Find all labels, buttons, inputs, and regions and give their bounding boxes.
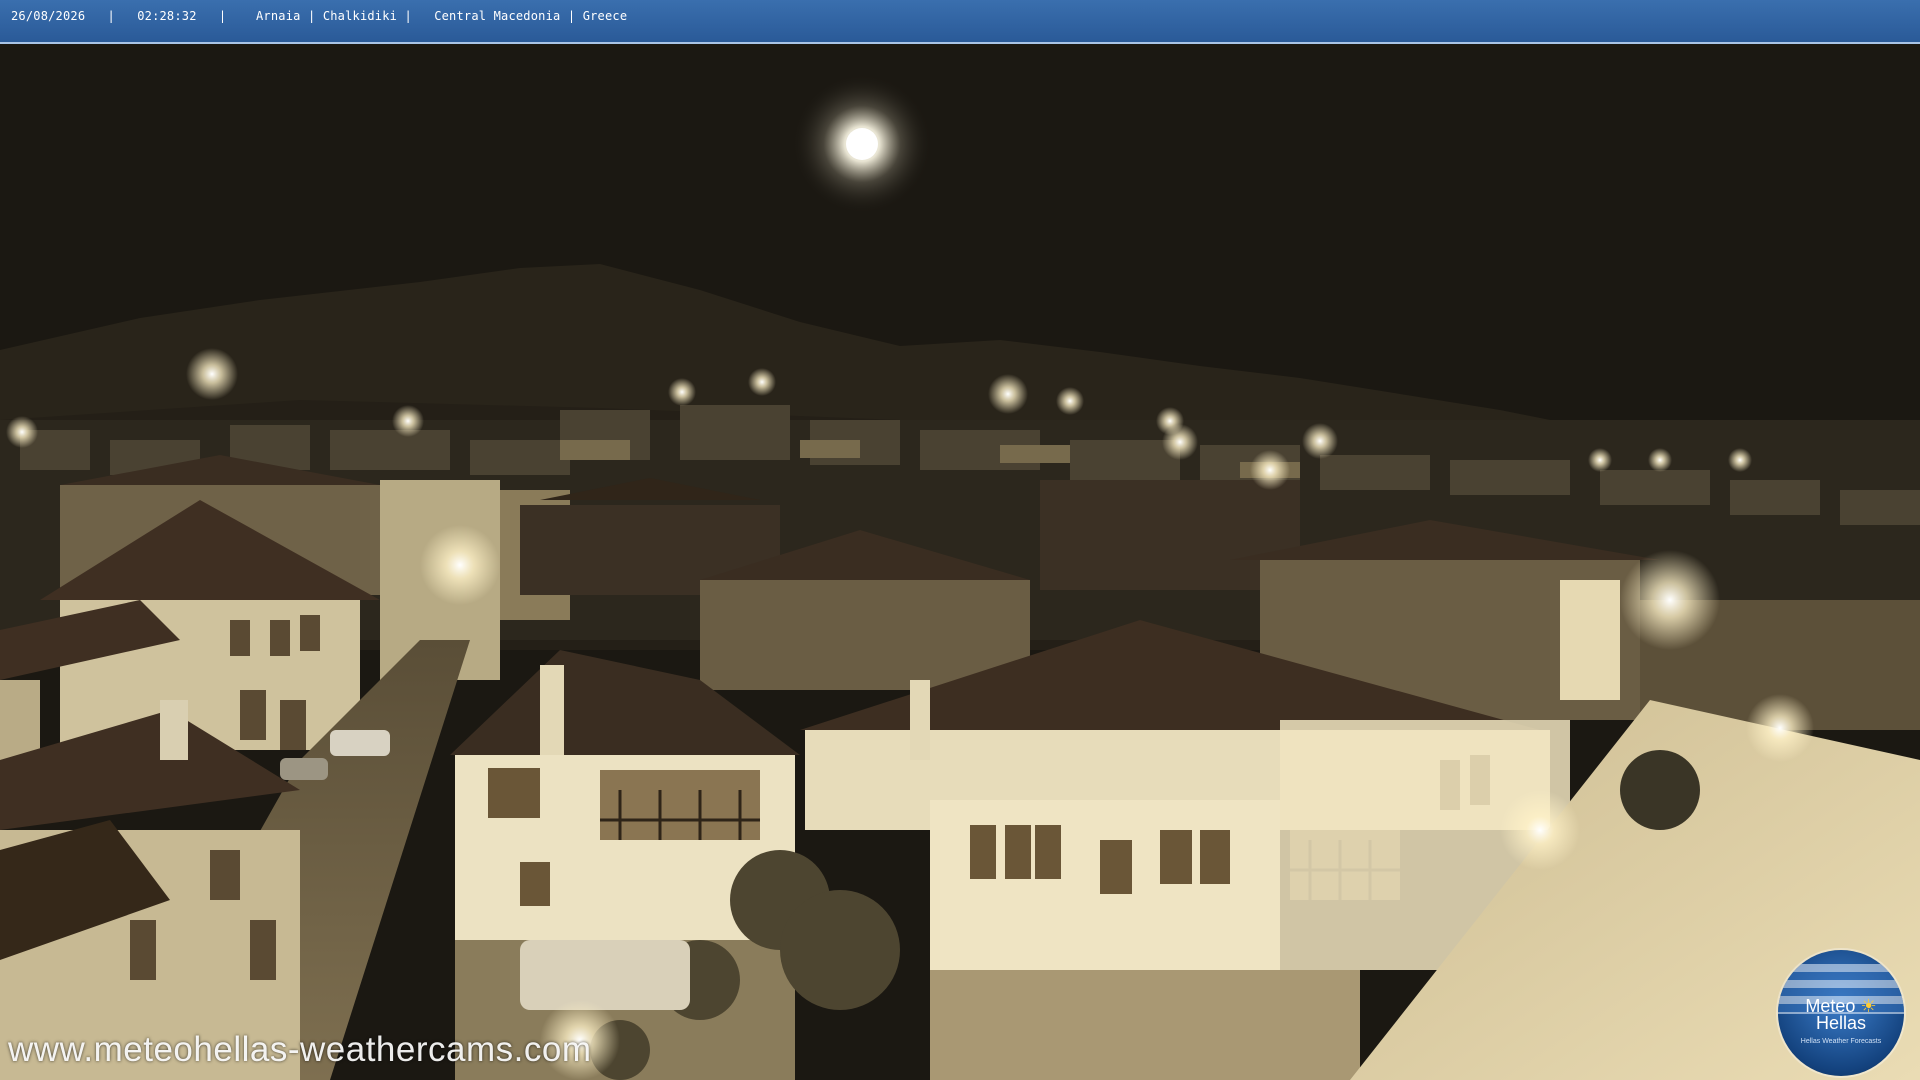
logo-tagline: Hellas Weather Forecasts xyxy=(1800,1038,1882,1045)
logo-line2: Hellas xyxy=(1815,1013,1867,1033)
lamp-glows xyxy=(6,348,1814,1080)
logo-title: Meteo ☀ Hellas xyxy=(1778,997,1904,1033)
street-lights xyxy=(6,348,1814,1080)
caption-text: 26/08/2026 | 02:28:32 | Arnaia | Chalkid… xyxy=(11,9,628,23)
caption-bar: 26/08/2026 | 02:28:32 | Arnaia | Chalkid… xyxy=(0,0,1920,44)
meteohellas-logo: Meteo ☀ Hellas Hellas Weather Forecasts xyxy=(1778,950,1904,1076)
watermark-url: www.meteohellas-weathercams.com xyxy=(8,1030,592,1069)
